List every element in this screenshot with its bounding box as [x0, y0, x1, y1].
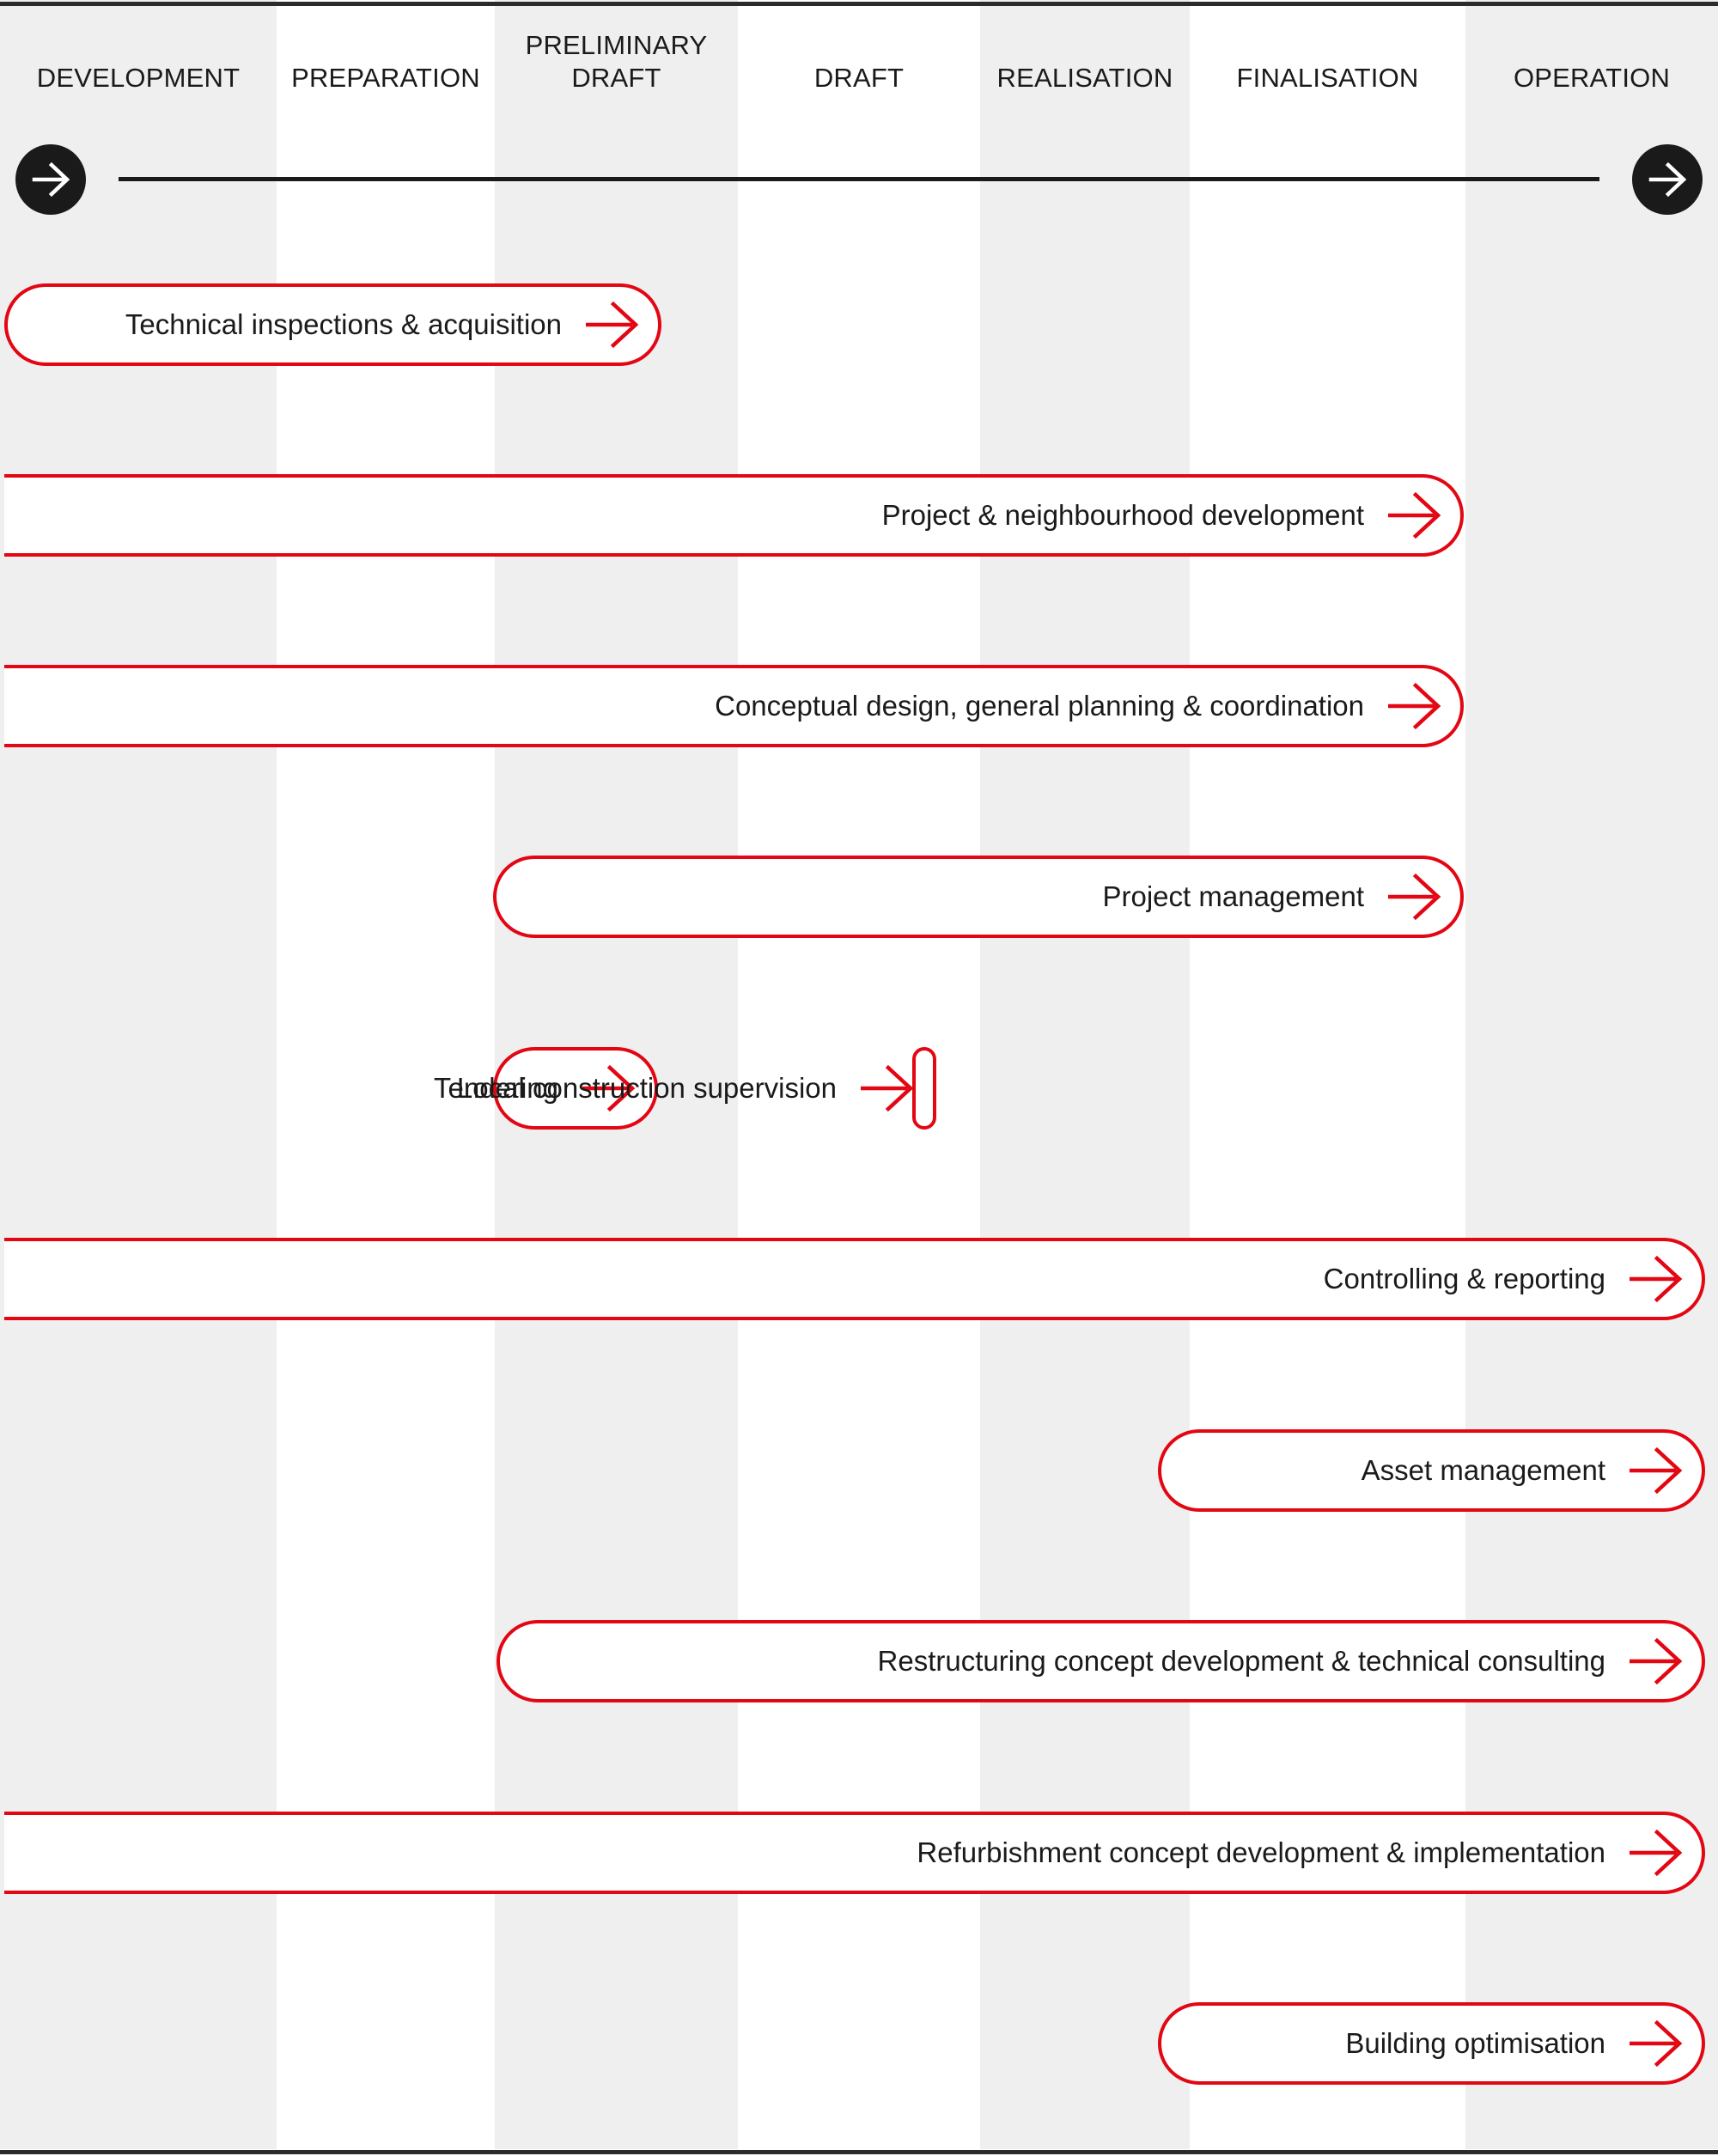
arrow-right-icon: [1388, 491, 1443, 539]
service-pill[interactable]: Refurbishment concept development & impl…: [4, 1812, 1705, 1894]
top-rule: [0, 2, 1718, 6]
service-pill-label: Asset management: [1361, 1454, 1605, 1486]
service-pill[interactable]: Asset management: [1158, 1429, 1705, 1512]
service-pill[interactable]: Restructuring concept development & tech…: [497, 1620, 1705, 1702]
service-pill-label: Refurbishment concept development & impl…: [917, 1836, 1605, 1868]
service-pill-label: Restructuring concept development & tech…: [877, 1645, 1605, 1677]
arrow-right-icon: [1630, 2019, 1684, 2068]
timeline-start-knob: [15, 144, 86, 215]
phase-header-0: DEVELOPMENT: [36, 63, 241, 93]
service-pill[interactable]: Project management: [493, 856, 1464, 938]
service-pill-label: Conceptual design, general planning & co…: [715, 690, 1364, 722]
service-pill[interactable]: Building optimisation: [1158, 2002, 1705, 2085]
service-pill[interactable]: Conceptual design, general planning & co…: [4, 665, 1464, 747]
service-pill-label: Project management: [1102, 880, 1365, 912]
phase-header-6: OPERATION: [1513, 63, 1671, 93]
service-pill-label: Building optimisation: [1345, 2027, 1605, 2059]
arrow-right-icon: [1388, 873, 1443, 921]
project-lifecycle-diagram: DEVELOPMENT PREPARATION PRELIMINARY DRAFT D…: [0, 0, 1718, 2156]
phase-header-4: REALISATION: [996, 63, 1173, 93]
arrow-right-icon: [1630, 1829, 1684, 1877]
arrow-right-icon: [861, 1064, 916, 1112]
service-pill[interactable]: Project & neighbourhood development: [4, 474, 1464, 557]
arrow-right-icon: [1632, 144, 1703, 215]
phase-header-3: DRAFT: [813, 63, 905, 93]
phase-header-5: FINALISATION: [1236, 63, 1419, 93]
service-pill-label: Controlling & reporting: [1323, 1263, 1605, 1294]
arrow-right-icon: [1630, 1637, 1684, 1685]
service-pill-label: Local construction supervision: [456, 1072, 837, 1104]
phase-header-2: PRELIMINARY DRAFT: [525, 30, 708, 93]
service-pill-label: Technical inspections & acquisition: [125, 308, 562, 340]
arrow-right-icon: [15, 144, 86, 215]
arrow-right-icon: [586, 301, 641, 349]
service-pill[interactable]: Technical inspections & acquisition: [4, 283, 661, 366]
timeline-axis: [119, 177, 1599, 181]
service-pill[interactable]: Local construction supervision: [457, 1047, 936, 1130]
service-pill[interactable]: Controlling & reporting: [4, 1238, 1705, 1320]
timeline-end-knob: [1632, 144, 1703, 215]
arrow-right-icon: [1630, 1255, 1684, 1303]
service-pill-label: Project & neighbourhood development: [881, 499, 1364, 531]
phase-header-1: PREPARATION: [291, 63, 480, 93]
bottom-rule: [0, 2150, 1718, 2154]
arrow-right-icon: [1388, 682, 1443, 730]
arrow-right-icon: [1630, 1446, 1684, 1495]
